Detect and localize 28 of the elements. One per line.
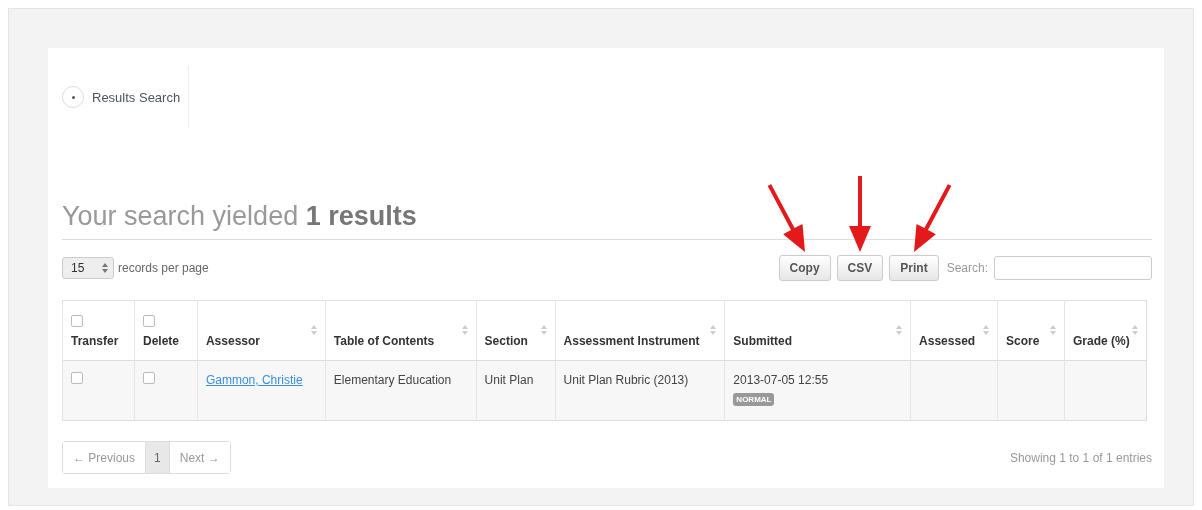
sort-icon [461, 325, 468, 335]
records-select[interactable]: 15 [62, 257, 114, 279]
table-cell-text: 2013-07-05 12:55 [733, 372, 830, 389]
records-per-page-label: records per page [118, 261, 209, 275]
checkbox[interactable] [142, 315, 155, 327]
sort-icon [310, 325, 317, 335]
status-badge: NORMAL [733, 393, 775, 406]
sort-icon [1132, 325, 1138, 335]
search-field[interactable] [994, 256, 1152, 280]
entries-info: Showing 1 to 1 of 1 entries [1009, 450, 1152, 465]
results-search-tab[interactable]: Results Search [62, 66, 190, 128]
checkbox[interactable] [71, 315, 83, 327]
sort-icon [983, 325, 990, 335]
sort-icon [710, 325, 717, 335]
export-button[interactable]: Print [889, 255, 939, 281]
checkbox[interactable] [142, 372, 155, 384]
sort-icon [896, 325, 903, 335]
sort-icon [540, 325, 547, 335]
sort-icon [1050, 325, 1056, 335]
export-button[interactable]: CSV [836, 255, 884, 281]
spinner-icon [102, 263, 108, 273]
search-label: Search: [946, 261, 988, 275]
checkbox[interactable] [71, 372, 83, 384]
table-cell: Elementary Education [333, 373, 452, 387]
table-cell: Unit Plan [484, 373, 534, 387]
export-button[interactable]: Copy [778, 255, 831, 281]
pagination-button[interactable]: 1 [145, 442, 169, 473]
table-cell: Unit Plan Rubric (2013) [563, 373, 689, 387]
